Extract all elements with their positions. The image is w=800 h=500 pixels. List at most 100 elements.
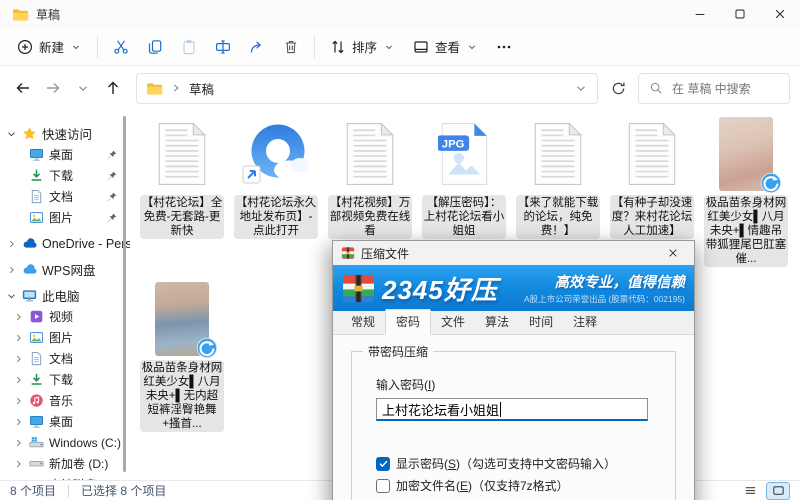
pin-icon xyxy=(107,171,117,181)
sidebar-item-label: Windows (C:) xyxy=(49,436,121,450)
dialog-content: 带密码压缩 输入密码(I) 上村花论坛看小姐姐 显示密码(S)（勾选可支持中文密… xyxy=(333,335,694,500)
back-button[interactable] xyxy=(10,75,36,101)
rename-button[interactable] xyxy=(206,33,240,61)
up-button[interactable] xyxy=(100,75,126,101)
details-view-button[interactable] xyxy=(738,482,762,500)
sidebar-item-下载[interactable]: 下载 xyxy=(0,165,130,186)
close-button[interactable] xyxy=(760,0,800,28)
dialog-close-button[interactable] xyxy=(660,241,686,265)
minimize-button[interactable] xyxy=(680,0,720,28)
explorer-tab[interactable]: 草稿 xyxy=(0,0,72,28)
file-name: 【有种子却没速度？来村花论坛人工加速】 xyxy=(610,195,694,239)
sidebar-section-WPS网盘[interactable]: WPS网盘 xyxy=(0,259,130,280)
dialog-tab-密码[interactable]: 密码 xyxy=(385,309,431,335)
sidebar-item-新加卷 (D:)[interactable]: 新加卷 (D:) xyxy=(0,453,130,474)
item-count: 8 个项目 xyxy=(10,482,56,499)
breadcrumb-folder[interactable]: 草稿 xyxy=(189,79,214,98)
file-icon-area xyxy=(140,116,224,192)
dialog-tab-时间[interactable]: 时间 xyxy=(519,310,563,334)
file-item[interactable]: 【村花论坛】全免费-无套路-更新快 xyxy=(140,116,224,267)
sidebar-item-本地磁盘 (E:)[interactable]: 本地磁盘 (E:) xyxy=(0,474,130,480)
more-options-button[interactable] xyxy=(487,33,521,61)
new-button[interactable]: 新建 xyxy=(8,31,91,62)
video-thumbnail-icon xyxy=(155,282,209,356)
copy-button[interactable] xyxy=(138,33,172,61)
sidebar-section-快速访问[interactable]: 快速访问 xyxy=(0,123,130,144)
search-box[interactable]: 在 草稿 中搜索 xyxy=(638,73,790,104)
tree-chevron-right-icon[interactable] xyxy=(13,417,24,427)
sidebar-section-此电脑[interactable]: 此电脑 xyxy=(0,285,130,306)
refresh-icon xyxy=(611,81,626,96)
encrypt-filenames-checkbox[interactable]: 加密文件名(E)（仅支持7z格式） xyxy=(376,477,649,494)
view-button-label: 查看 xyxy=(435,37,460,56)
download-icon xyxy=(29,372,44,387)
refresh-button[interactable] xyxy=(605,75,631,101)
tree-chevron-right-icon[interactable] xyxy=(13,354,24,364)
thumbnail-view-icon xyxy=(771,483,786,498)
large-thumbnail-view-button[interactable] xyxy=(766,482,790,500)
tree-chevron-right-icon[interactable] xyxy=(13,375,24,385)
cut-button[interactable] xyxy=(104,33,138,61)
tree-chevron-right-icon[interactable] xyxy=(6,239,17,249)
tree-chevron-right-icon[interactable] xyxy=(13,438,24,448)
file-item[interactable]: 极品苗条身材网红美少女▌八月未央+▌情趣吊带狐狸尾巴肛塞催... xyxy=(704,116,788,267)
file-item[interactable]: 【村花论坛永久地址发布页】-点此打开 xyxy=(234,116,318,267)
check-icon xyxy=(378,458,389,469)
dialog-tab-注释[interactable]: 注释 xyxy=(563,310,607,334)
file-name: 【村花论坛】全免费-无套路-更新快 xyxy=(140,195,224,239)
sidebar-item-图片[interactable]: 图片 xyxy=(0,207,130,228)
sidebar-item-文档[interactable]: 文档 xyxy=(0,186,130,207)
sidebar-item-图片[interactable]: 图片 xyxy=(0,327,130,348)
file-icon-area: JPG xyxy=(422,116,506,192)
share-button[interactable] xyxy=(240,33,274,61)
password-input[interactable]: 上村花论坛看小姐姐 xyxy=(376,398,648,421)
groupbox-legend: 带密码压缩 xyxy=(363,343,433,360)
sidebar-item-label: 文档 xyxy=(49,350,73,367)
file-icon-area xyxy=(140,281,224,357)
dialog-tab-常规[interactable]: 常规 xyxy=(341,310,385,334)
sidebar-item-文档[interactable]: 文档 xyxy=(0,348,130,369)
more-icon xyxy=(496,39,512,55)
sidebar-section-OneDrive - Perso[interactable]: OneDrive - Perso xyxy=(0,233,130,254)
tree-chevron-right-icon[interactable] xyxy=(13,459,24,469)
minimize-icon xyxy=(693,7,707,21)
tree-chevron-down-icon[interactable] xyxy=(6,129,17,139)
tree-chevron-right-icon[interactable] xyxy=(6,265,17,275)
sidebar-item-音乐[interactable]: 音乐 xyxy=(0,390,130,411)
file-name: 极品苗条身材网红美少女▌八月未央+▌无内超短裤淫臀艳舞+搔首... xyxy=(140,360,224,432)
recent-locations-button[interactable] xyxy=(70,75,96,101)
breadcrumb[interactable]: 草稿 xyxy=(136,73,598,104)
tree-chevron-right-icon[interactable] xyxy=(13,396,24,406)
sidebar-item-视频[interactable]: 视频 xyxy=(0,306,130,327)
sidebar-item-桌面[interactable]: 桌面 xyxy=(0,411,130,432)
haozip-logo-icon xyxy=(342,274,375,303)
paste-button[interactable] xyxy=(172,33,206,61)
address-history-icon[interactable] xyxy=(574,81,588,95)
chevron-right-icon xyxy=(170,82,182,94)
svg-text:JPG: JPG xyxy=(442,138,465,150)
sidebar-item-桌面[interactable]: 桌面 xyxy=(0,144,130,165)
file-icon-area xyxy=(234,116,318,192)
sidebar-item-下载[interactable]: 下载 xyxy=(0,369,130,390)
maximize-button[interactable] xyxy=(720,0,760,28)
tree-chevron-right-icon[interactable] xyxy=(13,312,24,322)
delete-button[interactable] xyxy=(274,33,308,61)
sidebar-item-Windows (C:)[interactable]: Windows (C:) xyxy=(0,432,130,453)
sidebar-item-label: 图片 xyxy=(49,209,73,226)
tree-chevron-down-icon[interactable] xyxy=(6,291,17,301)
delete-icon xyxy=(283,39,299,55)
sidebar-scrollbar[interactable] xyxy=(123,116,126,472)
dialog-tab-算法[interactable]: 算法 xyxy=(475,310,519,334)
forward-button[interactable] xyxy=(40,75,66,101)
tree-chevron-right-icon[interactable] xyxy=(13,333,24,343)
file-item[interactable]: 极品苗条身材网红美少女▌八月未央+▌无内超短裤淫臀艳舞+搔首... xyxy=(140,281,224,432)
view-button[interactable]: 查看 xyxy=(404,31,487,62)
dialog-banner: 2345好压 高效专业，值得信赖 A股上市公司荣誉出品 (股票代码：002195… xyxy=(333,265,694,311)
search-icon xyxy=(649,81,663,95)
file-name: 【村花论坛永久地址发布页】-点此打开 xyxy=(234,195,318,239)
show-password-checkbox[interactable]: 显示密码(S)（勾选可支持中文密码输入） xyxy=(376,455,649,472)
sort-button[interactable]: 排序 xyxy=(321,31,404,62)
dialog-tab-文件[interactable]: 文件 xyxy=(431,310,475,334)
tree-chevron-right-icon[interactable] xyxy=(13,480,24,481)
dialog-title: 压缩文件 xyxy=(361,245,409,262)
